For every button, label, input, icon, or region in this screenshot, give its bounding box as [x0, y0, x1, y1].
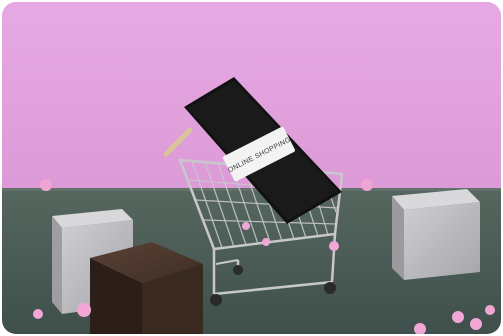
pink-ball [262, 238, 270, 246]
grey-gift-box-right [392, 189, 480, 280]
shopping-cart-photo: ONLINE SHOPPING [2, 2, 501, 334]
photo-frame: ONLINE SHOPPING [2, 2, 501, 334]
pink-ball [485, 305, 495, 315]
pink-ball [77, 303, 91, 317]
pink-ball [242, 222, 250, 230]
pink-ball [33, 309, 43, 319]
pink-ball [361, 179, 373, 191]
pink-ball [329, 241, 339, 251]
pink-ball [40, 179, 52, 191]
pink-ball [470, 318, 482, 330]
pink-ball [452, 311, 464, 323]
